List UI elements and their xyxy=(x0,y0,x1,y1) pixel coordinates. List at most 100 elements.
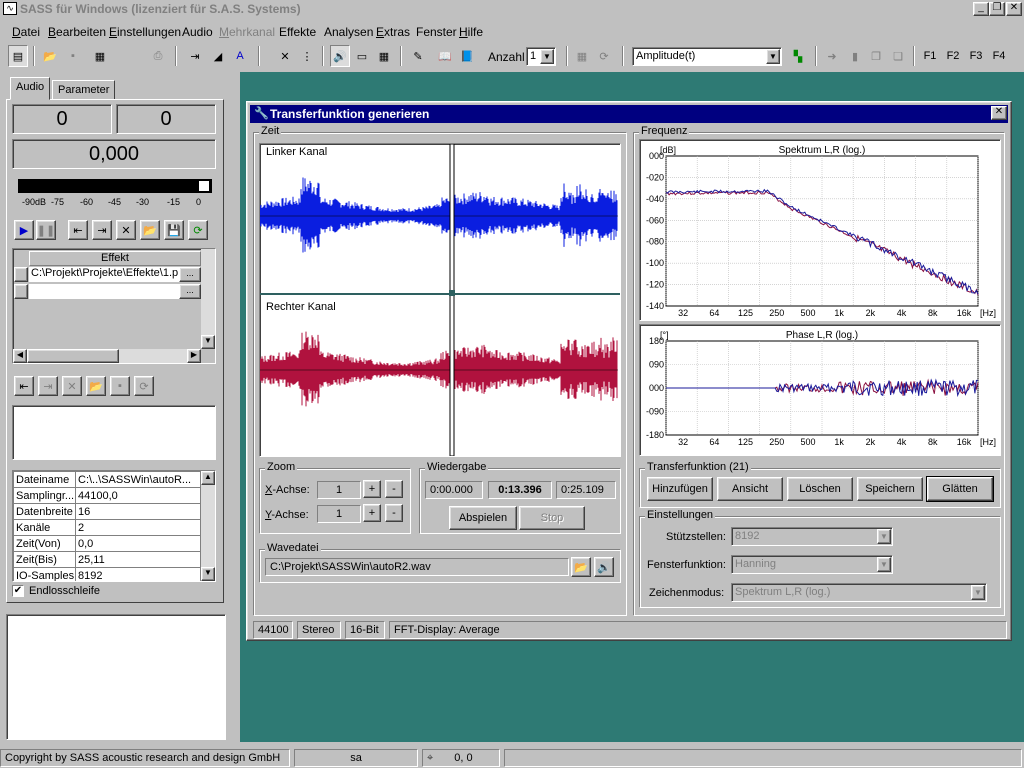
effect-insert-icon[interactable]: ⇤ xyxy=(14,376,34,396)
arrow-right-icon[interactable]: ➜ xyxy=(822,45,842,67)
device-icon[interactable]: ▭ xyxy=(352,45,372,67)
menu-extras[interactable]: Extras xyxy=(376,25,410,39)
tab-parameter[interactable]: Parameter xyxy=(52,80,116,100)
open-icon[interactable]: 📂 xyxy=(40,45,60,67)
spectrum-chart[interactable]: 000 -020 -040 -060 -080 -100 -120 -140 32 64 125 25… xyxy=(639,139,1001,321)
menu-einstellungen[interactable]: Einstellungen xyxy=(109,25,181,39)
delete-icon[interactable]: ✕ xyxy=(62,376,82,396)
effect-row-2[interactable] xyxy=(29,284,179,299)
dialog-close-button[interactable]: ✕ xyxy=(991,106,1007,120)
property-row[interactable]: Kanäle 2 xyxy=(13,519,201,536)
menu-bearbeiten[interactable]: Bearbeiten xyxy=(48,25,106,39)
waveform-view[interactable]: Linker Kanal Rechter Kanal xyxy=(259,143,621,457)
minimize-button[interactable]: _ xyxy=(973,2,989,16)
menu-analysen[interactable]: Analysen xyxy=(324,25,373,39)
horizontal-scrollbar[interactable]: ◀ ▶ xyxy=(13,349,201,363)
zeichen-select[interactable]: Spektrum L,R (log.) ▼ xyxy=(731,583,987,602)
property-row[interactable]: Datenbreite 16 xyxy=(13,503,201,520)
refresh-icon[interactable]: ⟳ xyxy=(594,45,614,67)
playhead-handle[interactable] xyxy=(449,290,455,296)
copy-icon[interactable]: ❐ xyxy=(866,45,886,67)
property-row[interactable]: Samplingr... 44100,0 xyxy=(13,487,201,504)
help-book-icon[interactable]: 📘 xyxy=(457,45,477,67)
row-selector[interactable] xyxy=(14,267,28,282)
menu-audio[interactable]: Audio xyxy=(182,25,213,39)
fenster-select[interactable]: Hanning ▼ xyxy=(731,555,893,574)
open-folder-icon[interactable]: 📂 xyxy=(86,376,106,396)
analysis-run-icon[interactable]: ▚ xyxy=(788,45,808,67)
property-row[interactable]: Zeit(Von) 0,0 xyxy=(13,535,201,552)
menu-mehrkanal[interactable]: Mehrkanal xyxy=(219,25,275,39)
add-button[interactable]: Hinzufügen xyxy=(647,477,713,501)
grid-icon[interactable]: ▦ xyxy=(374,45,394,67)
wave-path[interactable]: C:\Projekt\SASSWin\autoR2.wav xyxy=(265,558,569,576)
f1-key[interactable]: F1 xyxy=(920,45,940,67)
menu-effekte[interactable]: Effekte xyxy=(279,25,316,39)
f2-key[interactable]: F2 xyxy=(943,45,963,67)
browse-button[interactable]: ... xyxy=(179,284,201,299)
stuetz-select[interactable]: 8192 ▼ xyxy=(731,527,893,546)
x-zoom-value[interactable]: 1 xyxy=(317,481,361,499)
browse-button[interactable]: ... xyxy=(179,267,201,282)
tab-audio[interactable]: Audio xyxy=(10,77,51,100)
play-button[interactable]: Abspielen xyxy=(449,506,517,530)
open-folder-icon[interactable]: 📂 xyxy=(140,220,160,240)
reload-icon[interactable]: ⟳ xyxy=(188,220,208,240)
save-icon[interactable]: 💾 xyxy=(164,220,184,240)
speaker-icon[interactable]: 🔊 xyxy=(330,45,350,67)
effect-export-icon[interactable]: ⇥ xyxy=(38,376,58,396)
export-icon[interactable]: ⇥ xyxy=(185,45,205,67)
effect-row-1[interactable]: C:\Projekt\Projekte\Effekte\1.p xyxy=(29,267,179,282)
stop-button[interactable]: Stop xyxy=(519,506,585,530)
save-button[interactable]: Speichern xyxy=(857,477,923,501)
play-icon[interactable]: ▶ xyxy=(14,220,34,240)
x-zoom-minus[interactable]: - xyxy=(385,480,403,498)
paste-icon[interactable]: ❏ xyxy=(888,45,908,67)
effects-grid[interactable]: Effekt C:\Projekt\Projekte\Effekte\1.p .… xyxy=(12,248,216,364)
y-zoom-plus[interactable]: + xyxy=(363,504,381,522)
effect-export-icon[interactable]: ⇥ xyxy=(92,220,112,240)
props-scrollbar[interactable]: ▲ ▼ xyxy=(201,471,215,581)
property-row[interactable]: IO-Samples 8192 xyxy=(13,567,201,581)
settings-icon[interactable]: ▦ xyxy=(90,45,110,67)
vertical-scrollbar[interactable]: ▼ xyxy=(201,249,215,349)
property-row[interactable]: Zeit(Bis) 25,11 xyxy=(13,551,201,568)
menu-fenster[interactable]: Fenster xyxy=(416,25,457,39)
speaker-icon[interactable]: 🔊 xyxy=(594,557,614,577)
row-selector[interactable] xyxy=(14,284,28,299)
save-icon[interactable]: ▪ xyxy=(63,45,83,67)
view-button[interactable]: Ansicht xyxy=(717,477,783,501)
delete-button[interactable]: Löschen xyxy=(787,477,853,501)
menu-hilfe[interactable]: Hilfe xyxy=(459,25,483,39)
book-icon[interactable]: 📖 xyxy=(435,45,455,67)
smooth-button[interactable]: Glätten xyxy=(926,476,994,502)
edit-icon[interactable]: ✎ xyxy=(408,45,428,67)
reload-icon[interactable]: ⟳ xyxy=(134,376,154,396)
panel-toggle-icon[interactable]: ▤ xyxy=(8,45,28,67)
analysis-select[interactable]: Amplitude(t) ▼ xyxy=(632,47,782,66)
y-zoom-minus[interactable]: - xyxy=(385,504,403,522)
playhead[interactable] xyxy=(449,144,455,456)
property-row[interactable]: Dateiname C:\..\SASSWin\autoR... xyxy=(13,471,201,488)
y-zoom-value[interactable]: 1 xyxy=(317,505,361,523)
x-zoom-plus[interactable]: + xyxy=(363,480,381,498)
phase-chart[interactable]: 180 090 000 -090 -180 32 64 125 250 500 1k 2k 4k 8k 16… xyxy=(639,324,1001,456)
print-icon[interactable]: ⎙ xyxy=(148,45,168,67)
marker-icon[interactable]: ⋮ xyxy=(297,45,317,67)
effect-insert-icon[interactable]: ⇤ xyxy=(68,220,88,240)
restore-button[interactable]: ❐ xyxy=(989,2,1005,16)
close-button[interactable]: ✕ xyxy=(1006,2,1022,16)
loop-checkbox[interactable]: ✔ xyxy=(12,585,24,597)
filter-icon[interactable]: ▮ xyxy=(845,45,865,67)
tools-icon[interactable]: ✕ xyxy=(275,45,295,67)
f4-key[interactable]: F4 xyxy=(989,45,1009,67)
save-icon[interactable]: ▪ xyxy=(110,376,130,396)
menu-datei[interactable]: Datei xyxy=(12,25,40,39)
f3-key[interactable]: F3 xyxy=(966,45,986,67)
chart-icon[interactable]: ◢ xyxy=(208,45,228,67)
pause-icon[interactable]: ❚❚ xyxy=(36,220,56,240)
delete-icon[interactable]: ✕ xyxy=(116,220,136,240)
table-icon[interactable]: ▦ xyxy=(572,45,592,67)
axis-icon[interactable]: A xyxy=(230,45,250,67)
open-folder-icon[interactable]: 📂 xyxy=(571,557,591,577)
